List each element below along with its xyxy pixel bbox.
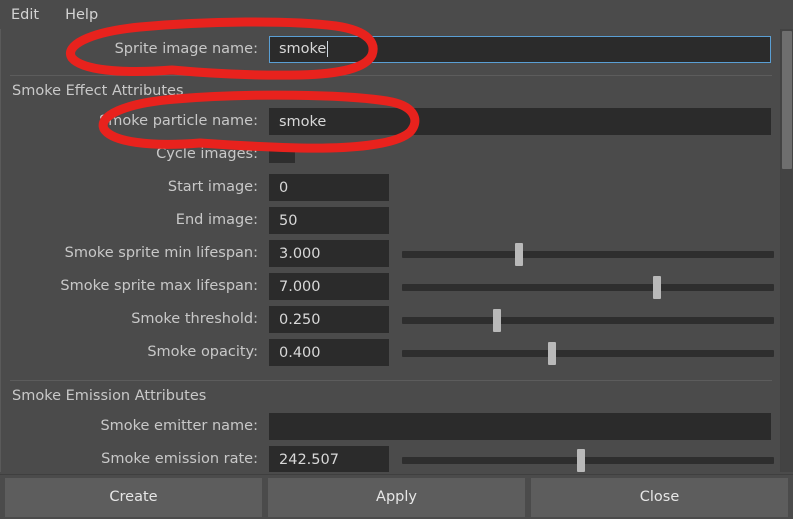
row-smoke-sprite-max-lifespan: Smoke sprite max lifespan: 7.000 [1,270,780,303]
input-smoke-threshold[interactable]: 0.250 [269,306,389,333]
row-smoke-particle-name: Smoke particle name: smoke [1,105,780,138]
row-smoke-emission-rate: Smoke emission rate: 242.507 [1,443,780,472]
input-smoke-emission-rate[interactable]: 242.507 [269,446,389,472]
label-smoke-opacity: Smoke opacity: [147,344,258,361]
slider-groove [402,350,774,357]
input-smoke-opacity[interactable]: 0.400 [269,339,389,366]
apply-button[interactable]: Apply [268,477,525,517]
row-end-image: End image: 50 [1,204,780,237]
slider-smoke-sprite-min-lifespan[interactable] [398,240,778,267]
label-smoke-threshold: Smoke threshold: [131,311,258,328]
attribute-form: Sprite image name: smoke Smoke Effect At… [1,29,780,472]
section-title-smoke-effect: Smoke Effect Attributes [12,83,184,99]
slider-groove [402,317,774,324]
dialog-button-bar: Create Apply Close [0,474,793,519]
smoke-effect-dialog: Edit Help Sprite image name: smoke Smoke… [0,0,793,519]
slider-smoke-threshold[interactable] [398,306,778,333]
value-smoke-threshold: 0.250 [279,311,321,328]
value-smoke-opacity: 0.400 [279,344,321,361]
value-smoke-particle-name: smoke [279,113,327,130]
label-end-image: End image: [175,212,258,229]
label-smoke-sprite-min-lifespan: Smoke sprite min lifespan: [64,245,258,262]
slider-groove [402,251,774,258]
value-smoke-sprite-min-lifespan: 3.000 [279,245,321,262]
label-smoke-sprite-max-lifespan: Smoke sprite max lifespan: [60,278,258,295]
form-viewport: Sprite image name: smoke Smoke Effect At… [0,29,781,472]
slider-handle[interactable] [493,309,501,332]
create-button[interactable]: Create [5,477,262,517]
slider-groove [402,457,774,464]
input-smoke-sprite-min-lifespan[interactable]: 3.000 [269,240,389,267]
label-smoke-emission-rate: Smoke emission rate: [101,451,258,468]
row-start-image: Start image: 0 [1,171,780,204]
slider-handle[interactable] [514,243,523,266]
slider-smoke-emission-rate[interactable] [398,446,778,472]
label-start-image: Start image: [167,179,258,196]
input-sprite-image-name[interactable]: smoke [269,35,771,63]
vertical-scrollbar[interactable] [781,29,793,472]
slider-smoke-opacity[interactable] [398,339,778,366]
menu-bar: Edit Help [0,0,793,29]
value-start-image: 0 [279,179,289,196]
slider-handle[interactable] [547,342,556,365]
input-start-image[interactable]: 0 [269,174,389,201]
input-smoke-emitter-name[interactable] [269,413,771,440]
input-smoke-sprite-max-lifespan[interactable]: 7.000 [269,273,389,300]
input-end-image[interactable]: 50 [269,207,389,234]
value-end-image: 50 [279,212,298,229]
label-smoke-emitter-name: Smoke emitter name: [100,418,258,435]
row-smoke-threshold: Smoke threshold: 0.250 [1,303,780,336]
row-smoke-sprite-min-lifespan: Smoke sprite min lifespan: 3.000 [1,237,780,270]
slider-handle[interactable] [653,276,662,299]
checkbox-cycle-images[interactable] [269,146,295,163]
slider-handle[interactable] [576,449,585,472]
row-smoke-emitter-name: Smoke emitter name: [1,410,780,443]
input-smoke-particle-name[interactable]: smoke [269,108,771,135]
label-cycle-images: Cycle images: [156,146,258,163]
close-button[interactable]: Close [531,477,788,517]
label-smoke-particle-name: Smoke particle name: [99,113,258,130]
row-sprite-image-name: Sprite image name: smoke [1,29,780,69]
value-smoke-sprite-max-lifespan: 7.000 [279,278,321,295]
value-smoke-emission-rate: 242.507 [279,451,339,468]
slider-groove [402,284,774,291]
row-cycle-images: Cycle images: [1,138,780,171]
row-smoke-opacity: Smoke opacity: 0.400 [1,336,780,369]
menu-help[interactable]: Help [65,5,111,25]
text-caret [327,41,329,57]
slider-smoke-sprite-max-lifespan[interactable] [398,273,778,300]
menu-edit[interactable]: Edit [11,5,52,25]
section-title-smoke-emission: Smoke Emission Attributes [12,388,207,404]
scrollbar-thumb[interactable] [782,31,792,169]
value-sprite-image-name: smoke [279,41,327,57]
label-sprite-image-name: Sprite image name: [114,40,258,57]
